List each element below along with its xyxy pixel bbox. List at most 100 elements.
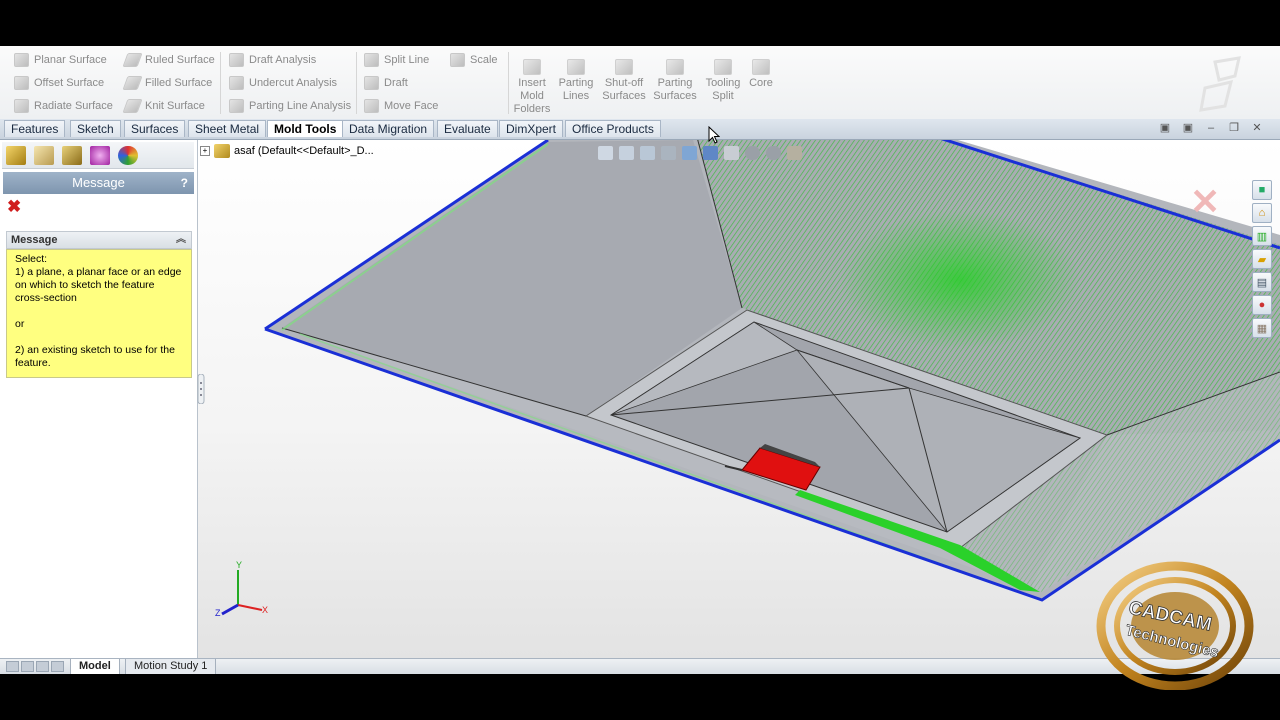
left-panel: Message ? ✖ Message ︽ Select: 1) a plane… <box>0 140 198 658</box>
tab-evaluate[interactable]: Evaluate <box>437 120 498 137</box>
message-section-header[interactable]: Message ︽ <box>6 231 192 249</box>
draft-analysis-button[interactable]: Draft Analysis <box>229 51 316 69</box>
undercut-analysis-button[interactable]: Undercut Analysis <box>229 74 337 92</box>
section-view-icon[interactable] <box>661 146 676 160</box>
cancel-icon[interactable]: ✖ <box>7 198 21 215</box>
ds-watermark-logo-icon <box>1199 56 1241 112</box>
tab-model[interactable]: Model <box>70 659 120 674</box>
manager-tabs <box>2 142 194 169</box>
feature-manager-icon[interactable] <box>6 146 26 165</box>
command-manager-tabs: Features Sketch Surfaces Sheet Metal Mol… <box>0 119 1280 140</box>
tile-horizontal-icon[interactable]: ▣ <box>1159 122 1171 134</box>
draft-button[interactable]: Draft <box>364 74 408 92</box>
reference-triad-icon: Y X Z <box>215 560 268 618</box>
radiate-surface-button[interactable]: Radiate Surface <box>14 97 113 115</box>
svg-text:Y: Y <box>236 560 242 570</box>
view-palette-icon[interactable]: ▤ <box>1252 272 1272 292</box>
ruled-surface-button[interactable]: Ruled Surface <box>122 51 215 69</box>
tooling-split-button[interactable]: Tooling Split <box>702 59 744 103</box>
tab-surfaces[interactable]: Surfaces <box>124 120 186 137</box>
parting-lines-button[interactable]: Parting Lines <box>555 59 597 103</box>
tooling-split-icon <box>714 59 732 75</box>
undercut-analysis-icon <box>229 76 244 90</box>
display-style-icon[interactable] <box>703 146 718 160</box>
ribbon-separator <box>220 52 221 114</box>
move-face-button[interactable]: Move Face <box>364 97 438 115</box>
tab-mold-tools[interactable]: Mold Tools <box>267 120 344 137</box>
view-orientation-icon[interactable] <box>682 146 697 160</box>
dimxpert-manager-icon[interactable] <box>90 146 110 165</box>
core-icon <box>752 59 770 75</box>
tab-dimxpert[interactable]: DimXpert <box>499 120 564 137</box>
custom-properties-icon[interactable]: ▦ <box>1252 318 1272 338</box>
offset-surface-icon <box>14 76 29 90</box>
mouse-cursor-icon <box>708 126 720 144</box>
parting-lines-icon <box>567 59 585 75</box>
heads-up-view-toolbar <box>598 146 802 160</box>
planar-surface-button[interactable]: Planar Surface <box>14 51 107 69</box>
help-icon[interactable]: ? <box>181 172 188 194</box>
knit-surface-button[interactable]: Knit Surface <box>122 97 205 115</box>
ribbon-separator <box>356 52 357 114</box>
draft-icon <box>364 76 379 90</box>
split-line-button[interactable]: Split Line <box>364 51 429 69</box>
draft-analysis-icon <box>229 53 244 67</box>
tab-features[interactable]: Features <box>4 120 66 137</box>
feature-tree-root[interactable]: + asaf (Default<<Default>_D... <box>200 144 374 158</box>
first-tab-icon[interactable] <box>6 661 19 672</box>
part-icon <box>214 144 230 158</box>
filled-surface-icon <box>122 76 143 90</box>
svg-text:Z: Z <box>215 608 221 618</box>
part-name[interactable]: asaf (Default<<Default>_D... <box>234 145 374 157</box>
tab-office-products[interactable]: Office Products <box>565 120 661 137</box>
expand-icon[interactable]: + <box>200 146 210 156</box>
prev-tab-icon[interactable] <box>21 661 34 672</box>
solidworks-window: Planar Surface Offset Surface Radiate Su… <box>0 46 1280 674</box>
hide-show-items-icon[interactable] <box>724 146 739 160</box>
appearances-icon[interactable]: ● <box>1252 295 1272 315</box>
svg-text:X: X <box>262 605 268 615</box>
last-tab-icon[interactable] <box>51 661 64 672</box>
home-icon[interactable]: ⌂ <box>1252 203 1272 223</box>
parting-line-analysis-button[interactable]: Parting Line Analysis <box>229 97 351 115</box>
scale-button[interactable]: Scale <box>450 51 498 69</box>
edit-appearance-icon[interactable] <box>745 146 760 160</box>
knit-surface-icon <box>122 99 143 113</box>
tile-vertical-icon[interactable]: ▣ <box>1182 122 1194 134</box>
file-explorer-icon[interactable]: ▰ <box>1252 249 1272 269</box>
mold-folders-icon <box>523 59 541 75</box>
apply-scene-icon[interactable] <box>766 146 781 160</box>
bottom-tab-bar: Model Motion Study 1 <box>0 658 1280 674</box>
configuration-manager-icon[interactable] <box>62 146 82 165</box>
move-face-icon <box>364 99 379 113</box>
restore-icon[interactable]: ❐ <box>1228 122 1240 134</box>
core-button[interactable]: Core <box>745 59 777 90</box>
panel-splitter-grip-icon[interactable] <box>197 374 205 404</box>
tab-sketch[interactable]: Sketch <box>70 120 121 137</box>
display-manager-icon[interactable] <box>118 146 138 165</box>
sw-resources-icon[interactable]: ■ <box>1252 180 1272 200</box>
shut-off-surfaces-button[interactable]: Shut-off Surfaces <box>600 59 648 103</box>
parting-surfaces-button[interactable]: Parting Surfaces <box>651 59 699 103</box>
view-settings-icon[interactable] <box>787 146 802 160</box>
previous-view-icon[interactable] <box>640 146 655 160</box>
filled-surface-button[interactable]: Filled Surface <box>122 74 212 92</box>
property-manager-icon[interactable] <box>34 146 54 165</box>
cancel-confirmation-icon[interactable]: ✕ <box>1190 181 1220 223</box>
parting-line-analysis-icon <box>229 99 244 113</box>
zoom-to-area-icon[interactable] <box>619 146 634 160</box>
close-icon[interactable]: ✕ <box>1251 122 1263 134</box>
offset-surface-button[interactable]: Offset Surface <box>14 74 104 92</box>
cadcam-technologies-logo: CADCAM Technologies <box>1096 561 1254 690</box>
tab-data-migration[interactable]: Data Migration <box>342 120 435 137</box>
zoom-to-fit-icon[interactable] <box>598 146 613 160</box>
design-library-icon[interactable]: ▥ <box>1252 226 1272 246</box>
property-manager-header: Message ? <box>3 172 194 194</box>
tab-motion-study-1[interactable]: Motion Study 1 <box>125 659 217 674</box>
next-tab-icon[interactable] <box>36 661 49 672</box>
insert-mold-folders-button[interactable]: Insert Mold Folders <box>512 59 552 116</box>
command-manager-ribbon: Planar Surface Offset Surface Radiate Su… <box>0 46 1280 119</box>
minimize-icon[interactable]: – <box>1205 122 1217 134</box>
tab-sheet-metal[interactable]: Sheet Metal <box>188 120 267 137</box>
collapse-chevron-icon[interactable]: ︽ <box>176 232 186 248</box>
